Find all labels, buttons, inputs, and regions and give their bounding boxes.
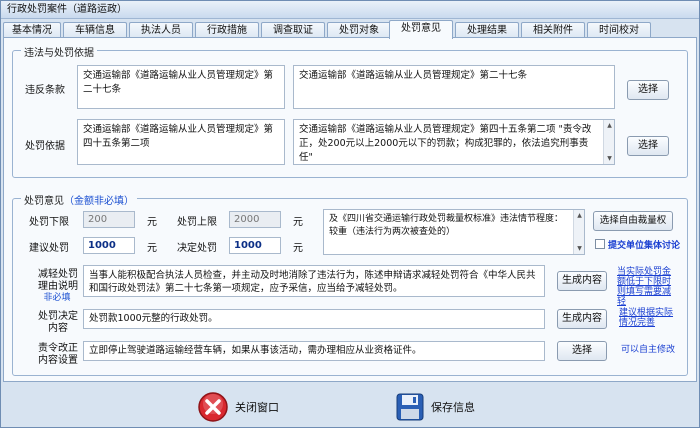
penalty-basis-select-button[interactable]: 选择 xyxy=(627,136,669,156)
tab-time-check[interactable]: 时间校对 xyxy=(587,22,651,38)
discretion-select-button[interactable]: 选择自由裁量权 xyxy=(593,211,673,231)
mitigate-generate-button[interactable]: 生成内容 xyxy=(557,271,607,291)
opinion-legend-note: （金额非必填） xyxy=(64,196,134,207)
tab-penalty-opinion[interactable]: 处罚意见 xyxy=(389,20,453,39)
discretion-standard-content: 及《四川省交通运输行政处罚裁量权标准》违法情节程度：较重（违法行为两次被查处的） xyxy=(329,214,564,237)
suggest-unit: 元 xyxy=(147,243,157,254)
tab-administrative-measures[interactable]: 行政措施 xyxy=(195,22,259,38)
decide-penalty-input[interactable]: 1000 xyxy=(229,237,281,254)
suggest-penalty-input[interactable]: 1000 xyxy=(83,237,135,254)
upper-unit: 元 xyxy=(293,217,303,228)
penalty-basis-scrollbar[interactable]: ▲ ▼ xyxy=(603,120,614,164)
penalty-basis-label: 处罚依据 xyxy=(25,141,65,152)
upper-limit-field: 2000 xyxy=(229,211,281,228)
scroll-up-icon[interactable]: ▲ xyxy=(575,211,584,220)
decide-penalty-label: 决定处罚 xyxy=(177,243,217,254)
correction-hint-link[interactable]: 可以自主修改 xyxy=(621,345,681,355)
penalty-basis-right-text[interactable]: 交通运输部《道路运输从业人员管理规定》第四十五条第二项 "责令改正，处200元以… xyxy=(293,119,615,165)
case-window: 行政处罚案件（道路运政） 基本情况 车辆信息 执法人员 行政措施 调查取证 处罚… xyxy=(0,0,700,428)
correction-label-2: 内容设置 xyxy=(38,355,78,366)
decision-content-text[interactable]: 处罚款1000元整的行政处罚。 xyxy=(83,309,545,329)
basis-group: 违法与处罚依据 违反条款 交通运输部《道路运输从业人员管理规定》第二十七条 交通… xyxy=(12,44,688,178)
discretion-scrollbar[interactable]: ▲ ▼ xyxy=(573,210,584,254)
basis-legend: 违法与处罚依据 xyxy=(21,44,97,59)
tab-penalty-target[interactable]: 处罚对象 xyxy=(327,22,391,38)
correction-select-button[interactable]: 选择 xyxy=(557,341,607,361)
violation-right-text[interactable]: 交通运输部《道路运输从业人员管理规定》第二十七条 xyxy=(293,65,615,109)
decide-unit: 元 xyxy=(293,243,303,254)
tab-enforcement-staff[interactable]: 执法人员 xyxy=(129,22,193,38)
decision-label-2: 内容 xyxy=(48,323,68,334)
save-info-label: 保存信息 xyxy=(431,401,475,414)
opinion-legend-title: 处罚意见 xyxy=(24,196,64,207)
opinion-legend: 处罚意见（金额非必填） xyxy=(21,192,137,207)
tab-vehicle-info[interactable]: 车辆信息 xyxy=(63,22,127,38)
tab-result[interactable]: 处理结果 xyxy=(455,22,519,38)
tab-attachments[interactable]: 相关附件 xyxy=(521,22,585,38)
mitigate-hint-link[interactable]: 当实际处罚金额低于下限时则填写需要减轻 xyxy=(617,267,679,307)
lower-limit-label: 处罚下限 xyxy=(29,217,69,228)
discretion-standard-text[interactable]: 及《四川省交通运输行政处罚裁量权标准》违法情节程度：较重（违法行为两次被查处的）… xyxy=(323,209,585,255)
save-icon xyxy=(396,393,424,421)
scroll-down-icon[interactable]: ▼ xyxy=(575,244,584,253)
lower-unit: 元 xyxy=(147,217,157,228)
violation-label: 违反条款 xyxy=(25,85,65,96)
violation-left-text[interactable]: 交通运输部《道路运输从业人员管理规定》第二十七条 xyxy=(77,65,285,109)
tab-bar: 基本情况 车辆信息 执法人员 行政措施 调查取证 处罚对象 处罚意见 处理结果 … xyxy=(3,20,697,39)
save-info-button[interactable]: 保存信息 xyxy=(395,389,475,425)
suggest-penalty-label: 建议处罚 xyxy=(29,243,69,254)
scroll-down-icon[interactable]: ▼ xyxy=(605,154,614,163)
close-window-label: 关闭窗口 xyxy=(235,401,279,414)
collective-discussion-checkbox[interactable] xyxy=(595,239,605,249)
close-icon xyxy=(198,392,228,422)
decision-generate-button[interactable]: 生成内容 xyxy=(557,309,607,329)
violation-select-button[interactable]: 选择 xyxy=(627,80,669,100)
mitigate-optional-note: 非必填 xyxy=(43,293,71,303)
lower-limit-field: 200 xyxy=(83,211,135,228)
penalty-basis-left-text[interactable]: 交通运输部《道路运输从业人员管理规定》第四十五条第二项 xyxy=(77,119,285,165)
opinion-group: 处罚意见（金额非必填） 处罚下限 200 元 处罚上限 2000 元 建议处罚 … xyxy=(12,192,688,376)
close-window-button[interactable]: 关闭窗口 xyxy=(197,389,279,425)
tab-investigation[interactable]: 调查取证 xyxy=(261,22,325,38)
tab-basic-info[interactable]: 基本情况 xyxy=(3,22,61,38)
decision-hint-link[interactable]: 建议根据实际情况完善 xyxy=(619,308,679,328)
mitigate-reason-text[interactable]: 当事人能积极配合执法人员检查，并主动及时地消除了违法行为，陈述申辩请求减轻处罚符… xyxy=(83,265,545,297)
penalty-basis-right-content: 交通运输部《道路运输从业人员管理规定》第四十五条第二项 "责令改正，处200元以… xyxy=(299,124,592,163)
collective-discussion-label[interactable]: 提交单位集体讨论 xyxy=(608,238,680,251)
tab-panel: 违法与处罚依据 违反条款 交通运输部《道路运输从业人员管理规定》第二十七条 交通… xyxy=(3,37,697,382)
correction-content-text[interactable]: 立即停止驾驶道路运输经营车辆，如果从事该活动，需办理相应从业资格证件。 xyxy=(83,341,545,361)
upper-limit-label: 处罚上限 xyxy=(177,217,217,228)
window-title: 行政处罚案件（道路运政） xyxy=(1,1,699,19)
scroll-up-icon[interactable]: ▲ xyxy=(605,121,614,130)
